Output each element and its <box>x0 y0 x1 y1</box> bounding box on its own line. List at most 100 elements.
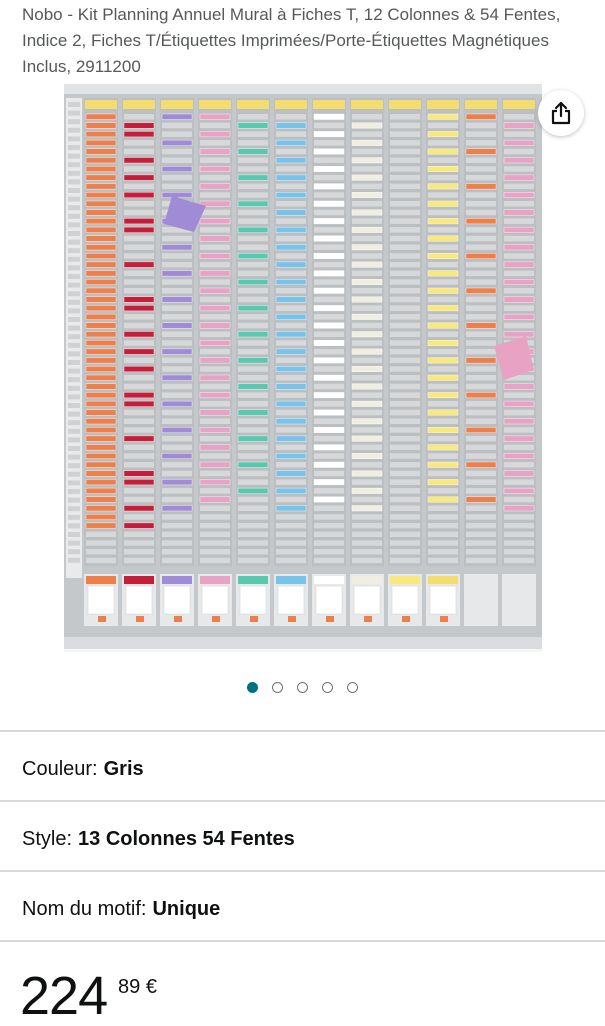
t-card-slot <box>85 374 117 381</box>
index-slot <box>68 248 80 254</box>
pattern-label: Nom du motif: <box>22 898 147 920</box>
printed-label-card <box>163 585 191 615</box>
t-card-slot <box>465 496 497 503</box>
t-card-slot <box>503 505 535 512</box>
t-card-slot <box>390 270 420 277</box>
t-card-slot <box>314 296 344 303</box>
t-card-slot <box>314 140 344 146</box>
t-card-slot <box>162 253 192 259</box>
index-slot <box>68 360 80 365</box>
t-card-slot <box>466 201 496 207</box>
t-card-slot <box>352 148 382 155</box>
t-card-slot <box>313 131 345 138</box>
board-bottom-rail <box>64 637 542 649</box>
t-card-slot <box>503 244 535 251</box>
t-card-slot <box>276 479 306 485</box>
t-card-slot <box>162 157 192 163</box>
t-card-slot <box>86 557 116 564</box>
t-card-slot <box>313 357 345 364</box>
t-card-slot <box>504 235 534 242</box>
t-card-slot <box>465 322 497 329</box>
t-card-slot <box>238 540 268 546</box>
index-slot <box>68 213 80 219</box>
t-card-slot <box>390 253 420 259</box>
magnet-holder <box>136 616 144 622</box>
t-card-slot <box>162 409 192 416</box>
t-card-slot <box>427 113 459 120</box>
t-card-slot <box>275 331 307 338</box>
t-card-slot <box>466 435 496 442</box>
style-variation[interactable]: Style: 13 Colonnes 54 Fentes <box>22 827 295 851</box>
t-card-slot <box>200 174 230 181</box>
t-card-slot <box>504 444 534 451</box>
carousel-dot[interactable] <box>347 682 358 693</box>
t-card-slot <box>390 296 420 303</box>
share-button[interactable] <box>538 90 584 136</box>
t-card-slot <box>466 348 496 355</box>
t-card-slot <box>427 200 459 207</box>
pattern-variation[interactable]: Nom du motif: Unique <box>22 897 220 921</box>
t-card-slot <box>466 174 496 181</box>
t-card-slot <box>276 114 306 120</box>
t-card-slot <box>390 531 420 538</box>
t-card-slot <box>200 549 230 555</box>
t-card-slot <box>238 166 268 172</box>
t-card-slot <box>123 435 155 442</box>
t-card-slot <box>200 514 230 520</box>
t-card-slot <box>427 322 459 329</box>
t-card-slot <box>352 114 382 120</box>
t-card-slot <box>351 313 383 320</box>
t-card-slot <box>390 470 420 477</box>
t-card-slot <box>124 453 154 459</box>
t-card-slot <box>275 400 307 407</box>
t-card-slot <box>162 279 192 285</box>
card-holder-tab <box>86 576 116 584</box>
t-card-slot <box>162 305 192 311</box>
carousel-dot[interactable] <box>247 682 258 693</box>
price-whole: 224 <box>20 966 108 1026</box>
t-card-slot <box>276 549 306 555</box>
t-card-slot <box>123 392 155 399</box>
t-card-slot <box>428 514 458 520</box>
t-card-slot <box>199 322 231 329</box>
t-card-slot <box>275 348 307 355</box>
t-card-slot <box>200 383 230 390</box>
t-card-slot <box>390 366 420 372</box>
t-card-slot <box>313 374 345 381</box>
t-card-slot <box>124 166 154 172</box>
t-card-slot <box>238 140 268 146</box>
t-card-slot <box>161 479 193 486</box>
t-card-slot <box>124 427 154 433</box>
t-card-slot <box>238 348 268 355</box>
t-card-slot <box>466 531 496 538</box>
t-card-slot <box>161 322 193 329</box>
share-icon <box>551 101 571 125</box>
t-card-slot <box>199 183 231 190</box>
price: 224 89 € <box>20 966 157 1026</box>
index-slot <box>68 342 80 348</box>
t-card-slot <box>390 166 420 172</box>
column-header-card <box>389 100 421 109</box>
t-card-slot <box>314 331 344 337</box>
t-card-slot <box>428 522 458 529</box>
t-card-slot <box>276 357 306 364</box>
printed-label-card <box>201 585 229 615</box>
t-card-slot <box>390 340 420 346</box>
carousel-dot[interactable] <box>297 682 308 693</box>
carousel-dot[interactable] <box>272 682 283 693</box>
t-card-slot <box>124 514 154 520</box>
product-image[interactable] <box>64 84 542 652</box>
t-card-slot <box>504 409 534 416</box>
printed-label-card <box>239 585 267 615</box>
t-card-slot <box>313 235 345 242</box>
card-holder-tab <box>276 576 306 584</box>
t-card-slot <box>276 531 306 538</box>
t-card-slot <box>161 139 193 146</box>
t-card-slot <box>276 166 306 172</box>
t-card-slot <box>428 540 458 546</box>
t-card-slot <box>314 314 344 320</box>
t-card-slot <box>313 340 345 346</box>
carousel-dot[interactable] <box>322 682 333 693</box>
color-variation[interactable]: Couleur: Gris <box>22 757 144 781</box>
t-card-slot <box>162 131 192 137</box>
